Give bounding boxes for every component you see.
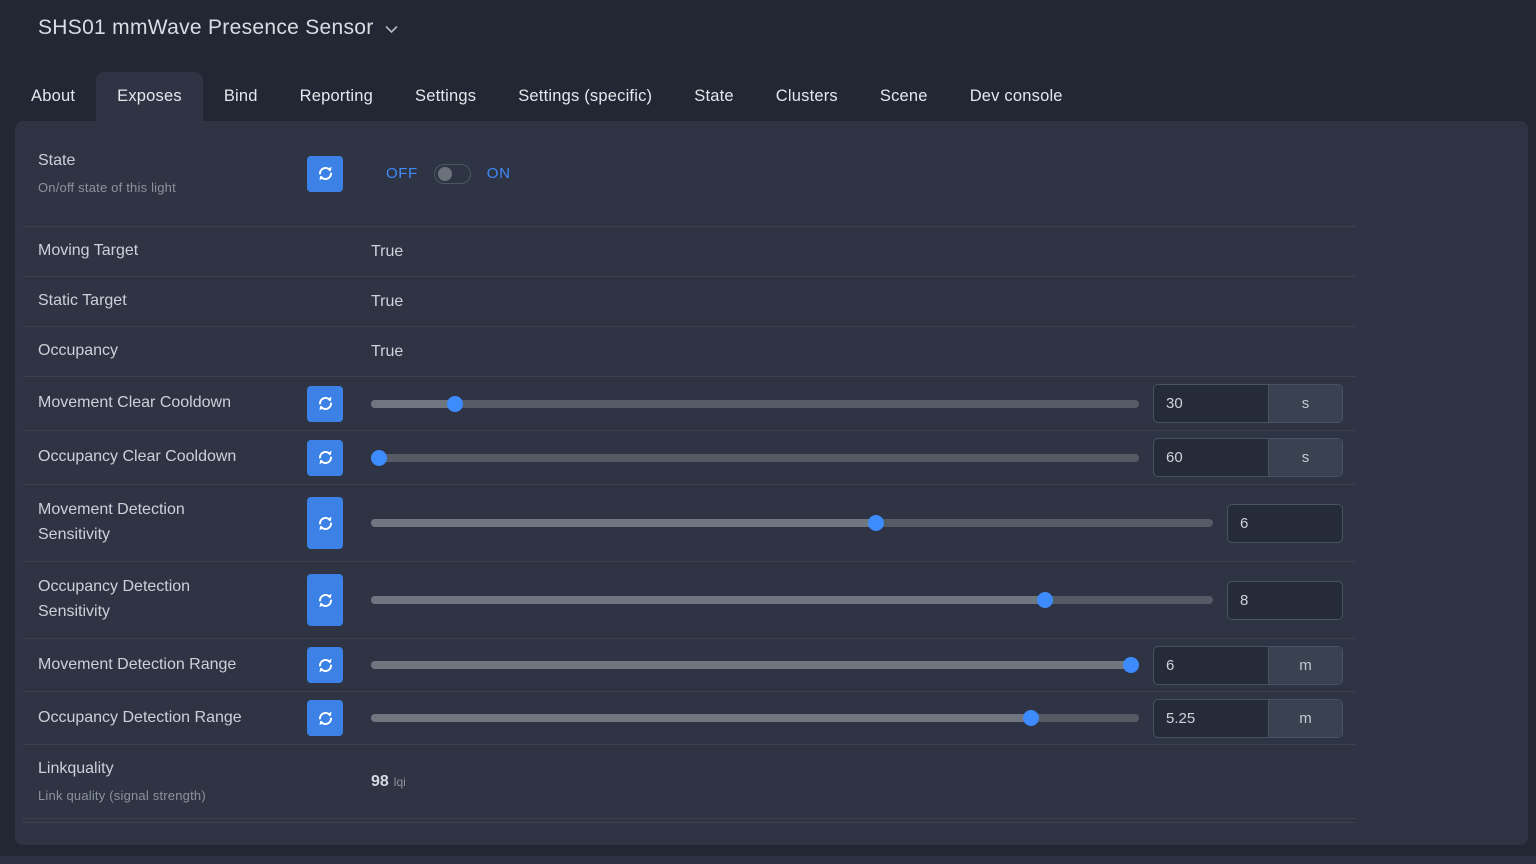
slider[interactable]: [371, 519, 1213, 527]
row-description: Link quality (signal strength): [38, 786, 307, 806]
refresh-button[interactable]: [307, 647, 343, 683]
row-label: Static Target: [38, 289, 307, 314]
page-title: SHS01 mmWave Presence Sensor: [38, 16, 374, 40]
device-header[interactable]: SHS01 mmWave Presence Sensor: [38, 16, 398, 40]
refresh-button[interactable]: [307, 440, 343, 476]
slider[interactable]: [371, 454, 1139, 462]
refresh-button[interactable]: [307, 386, 343, 422]
row-linkquality: Linkquality Link quality (signal strengt…: [23, 745, 1356, 819]
slider-handle[interactable]: [868, 515, 884, 531]
unit-addon: s: [1268, 439, 1342, 476]
value-input[interactable]: [1154, 385, 1268, 422]
row-value: True: [371, 243, 403, 261]
value-input-group: m: [1153, 646, 1343, 685]
value-input-group: s: [1153, 384, 1343, 423]
row-movement-detection-range: Movement Detection Range m: [23, 639, 1356, 692]
refresh-button[interactable]: [307, 497, 343, 549]
row-label: Occupancy: [38, 339, 307, 364]
value-input[interactable]: [1228, 582, 1342, 619]
row-movement-clear-cooldown: Movement Clear Cooldown s: [23, 377, 1356, 431]
unit-addon: m: [1268, 647, 1342, 684]
value-input-group: [1227, 581, 1343, 620]
slider-fill: [371, 400, 455, 408]
row-value: True: [371, 343, 403, 361]
row-label: State On/off state of this light: [38, 149, 307, 199]
slider-fill: [371, 519, 876, 527]
row-label: Linkquality Link quality (signal strengt…: [38, 757, 307, 807]
row-label: Movement Clear Cooldown: [38, 391, 307, 416]
chevron-down-icon[interactable]: [385, 21, 398, 39]
refresh-button[interactable]: [307, 700, 343, 736]
row-label: Movement Detection Range: [38, 653, 307, 678]
value-input[interactable]: [1154, 647, 1268, 684]
tab-settings[interactable]: Settings: [394, 72, 497, 121]
slider[interactable]: [371, 596, 1213, 604]
row-label: Occupancy Detection Range: [38, 706, 307, 731]
value-input-group: [1227, 504, 1343, 543]
linkquality-unit: lqi: [394, 775, 406, 789]
slider[interactable]: [371, 400, 1139, 408]
toggle-on-label[interactable]: ON: [487, 165, 511, 182]
row-state: State On/off state of this light OFF: [23, 121, 1356, 227]
slider-handle[interactable]: [1123, 657, 1139, 673]
tab-scene[interactable]: Scene: [859, 72, 949, 121]
row-label: Occupancy Clear Cooldown: [38, 445, 307, 470]
slider-handle[interactable]: [371, 450, 387, 466]
row-moving-target: Moving Target True: [23, 227, 1356, 277]
row-label: Movement Detection Sensitivity: [38, 498, 307, 548]
row-label-text: State: [38, 149, 307, 174]
toggle-knob: [438, 167, 452, 181]
footer-strip: [0, 856, 1536, 864]
tab-about[interactable]: About: [10, 72, 96, 121]
unit-addon: m: [1268, 700, 1342, 737]
exposes-table: State On/off state of this light OFF: [23, 121, 1356, 819]
value-input-group: s: [1153, 438, 1343, 477]
device-tabbar: About Exposes Bind Reporting Settings Se…: [10, 72, 1084, 121]
state-toggle[interactable]: [434, 164, 471, 184]
row-value: True: [371, 293, 403, 311]
value-input[interactable]: [1154, 700, 1268, 737]
linkquality-value: 98: [371, 773, 389, 791]
row-occupancy-detection-sensitivity: Occupancy Detection Sensitivity: [23, 562, 1356, 639]
tab-dev-console[interactable]: Dev console: [949, 72, 1084, 121]
slider-fill: [371, 596, 1045, 604]
slider-handle[interactable]: [1023, 710, 1039, 726]
value-input[interactable]: [1154, 439, 1268, 476]
row-label: Moving Target: [38, 239, 307, 264]
refresh-button[interactable]: [307, 156, 343, 192]
slider-fill: [371, 714, 1031, 722]
table-bottom-divider: [23, 822, 1356, 823]
refresh-button[interactable]: [307, 574, 343, 626]
row-static-target: Static Target True: [23, 277, 1356, 327]
slider-handle[interactable]: [1037, 592, 1053, 608]
tab-state[interactable]: State: [673, 72, 755, 121]
slider[interactable]: [371, 714, 1139, 722]
row-description: On/off state of this light: [38, 178, 307, 198]
row-label: Occupancy Detection Sensitivity: [38, 575, 307, 625]
row-movement-detection-sensitivity: Movement Detection Sensitivity: [23, 485, 1356, 562]
tab-settings-specific[interactable]: Settings (specific): [497, 72, 673, 121]
slider-fill: [371, 661, 1131, 669]
row-occupancy: Occupancy True: [23, 327, 1356, 377]
tab-exposes[interactable]: Exposes: [96, 72, 203, 121]
row-occupancy-clear-cooldown: Occupancy Clear Cooldown s: [23, 431, 1356, 485]
slider[interactable]: [371, 661, 1139, 669]
tab-clusters[interactable]: Clusters: [755, 72, 859, 121]
value-input[interactable]: [1228, 505, 1342, 542]
value-input-group: m: [1153, 699, 1343, 738]
row-label-text: Occupancy Detection Sensitivity: [38, 575, 238, 625]
toggle-off-label[interactable]: OFF: [386, 165, 418, 182]
unit-addon: s: [1268, 385, 1342, 422]
state-toggle-group: OFF ON: [371, 164, 511, 184]
slider-handle[interactable]: [447, 396, 463, 412]
exposes-panel: State On/off state of this light OFF: [15, 121, 1528, 845]
row-occupancy-detection-range: Occupancy Detection Range m: [23, 692, 1356, 745]
tab-reporting[interactable]: Reporting: [279, 72, 394, 121]
row-label-text: Linkquality: [38, 757, 307, 782]
row-label-text: Movement Detection Sensitivity: [38, 498, 238, 548]
tab-bind[interactable]: Bind: [203, 72, 279, 121]
